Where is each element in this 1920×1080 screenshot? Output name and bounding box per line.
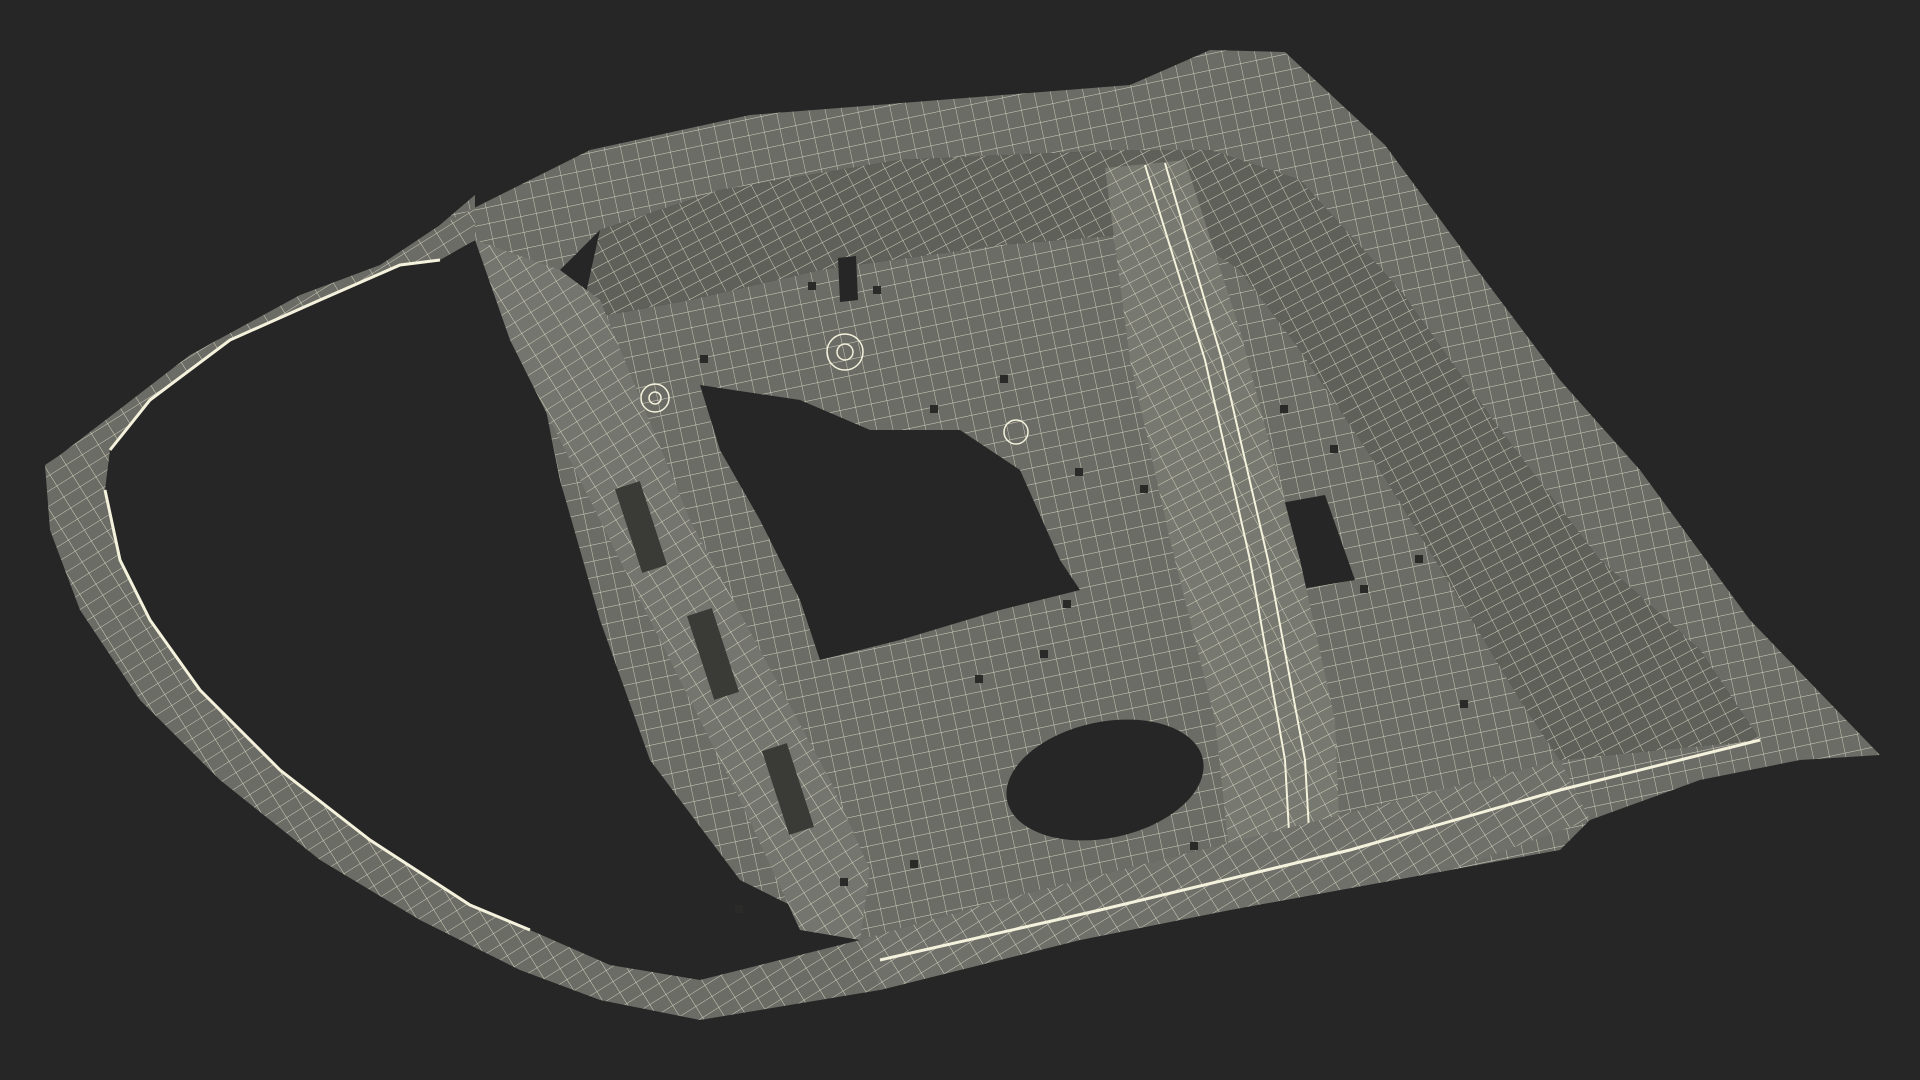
panel-slot-top xyxy=(838,256,858,302)
wireframe-render xyxy=(45,50,1880,1020)
render-viewport xyxy=(0,0,1920,1080)
